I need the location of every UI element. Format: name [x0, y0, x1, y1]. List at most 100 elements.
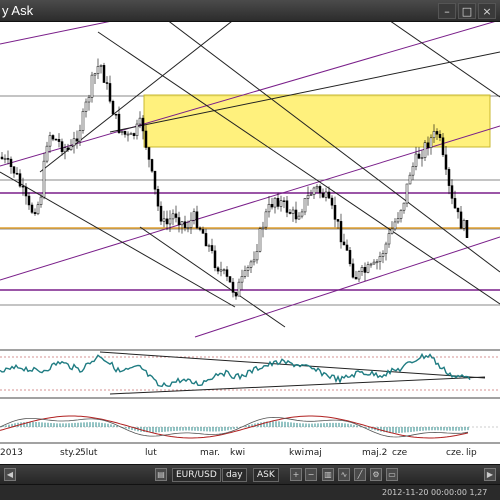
candle-body	[288, 212, 292, 214]
candle-body	[30, 204, 34, 213]
candle-body	[447, 169, 451, 186]
candle-body	[225, 269, 229, 277]
candle-body	[402, 202, 406, 211]
date-label: sty.2	[60, 448, 81, 458]
candle-body	[336, 219, 340, 222]
candle-body	[384, 243, 388, 254]
candle-body	[465, 220, 469, 238]
candle-body	[426, 142, 430, 148]
candle-body	[450, 185, 454, 199]
date-label: maj	[305, 448, 322, 458]
chart-type-icon[interactable]: ▤	[155, 468, 167, 481]
candle-body	[318, 186, 322, 194]
price-type-select[interactable]: ASK	[253, 468, 279, 482]
candle-body	[9, 158, 13, 168]
candle-body	[117, 113, 121, 133]
scroll-left-icon[interactable]: ◀	[4, 468, 16, 481]
candle-body	[102, 65, 106, 83]
candle-body	[90, 74, 94, 98]
candle-body	[156, 189, 160, 207]
candle-body	[366, 264, 370, 273]
candle-body	[6, 158, 10, 160]
drawing-icon[interactable]: ╱	[354, 468, 366, 481]
candle-body	[33, 212, 37, 215]
candle-body	[12, 166, 16, 174]
candle-body	[45, 145, 49, 162]
candle-body	[267, 203, 271, 213]
candle-body	[66, 147, 70, 150]
candle-body	[396, 218, 400, 223]
candle-body	[429, 137, 433, 148]
price-chart[interactable]: 2013 sty.2 5lut lut mar. kwi kwi. maj ma…	[0, 6, 500, 464]
candle-body	[15, 172, 19, 175]
candles-icon[interactable]: ▥	[322, 468, 334, 481]
candle-body	[363, 267, 367, 273]
candle-body	[357, 271, 361, 280]
close-button[interactable]: ×	[478, 3, 496, 19]
candle-body	[201, 229, 205, 234]
scroll-right-icon[interactable]: ▶	[484, 468, 496, 481]
candle-body	[423, 142, 427, 158]
candle-body	[456, 207, 460, 213]
candle-body	[387, 233, 391, 245]
candle-body	[21, 185, 25, 188]
indicator-icon[interactable]: ∿	[338, 468, 350, 481]
date-label: kwi	[230, 448, 245, 458]
candle-body	[57, 139, 61, 142]
candle-body	[63, 147, 67, 152]
candle-body	[60, 141, 64, 152]
date-label: maj.2	[362, 448, 387, 458]
symbol-select[interactable]: EUR/USD	[172, 468, 221, 482]
maximize-button[interactable]: □	[458, 3, 476, 19]
candle-body	[294, 209, 298, 220]
resistance-zone[interactable]	[143, 94, 491, 148]
candle-body	[252, 259, 256, 263]
date-label: lip	[466, 448, 477, 458]
timeframe-select[interactable]: day	[222, 468, 247, 482]
candle-body	[258, 228, 262, 252]
candle-body	[390, 228, 394, 234]
candle-body	[273, 197, 277, 208]
minimize-button[interactable]: –	[438, 3, 456, 19]
candle-body	[231, 281, 235, 293]
candle-body	[378, 256, 382, 263]
candle-body	[120, 130, 124, 133]
candle-body	[306, 195, 310, 199]
price-pane	[0, 6, 500, 347]
candle-body	[276, 197, 280, 207]
candle-body	[48, 135, 52, 147]
candle-body	[261, 226, 265, 229]
candle-body	[372, 261, 376, 265]
print-icon[interactable]: ▭	[386, 468, 398, 481]
candle-body	[81, 111, 85, 131]
macd-pane	[0, 397, 500, 439]
date-label: cze.	[446, 448, 464, 458]
candle-body	[237, 281, 241, 297]
chart-area[interactable]: 2013 sty.2 5lut lut mar. kwi kwi. maj ma…	[0, 6, 500, 464]
candle-body	[174, 213, 178, 218]
candle-body	[159, 205, 163, 222]
date-label: 5lut	[80, 448, 98, 458]
settings-icon[interactable]: ⚙	[370, 468, 382, 481]
candle-body	[24, 186, 28, 197]
candle-body	[180, 221, 184, 226]
zoom-in-icon[interactable]: +	[290, 468, 302, 481]
candle-body	[165, 218, 169, 225]
candle-body	[459, 211, 463, 229]
candle-body	[189, 219, 193, 228]
candle-body	[246, 267, 250, 271]
chart-toolbar: ◀ ▤ EUR/USD day ASK + − ▥ ∿ ╱ ⚙ ▭ ▶	[0, 464, 500, 484]
candle-body	[177, 217, 181, 226]
candle-body	[171, 213, 175, 220]
cursor-status: 2012-11-20 00:00:00 1,27	[382, 488, 488, 497]
candle-body	[141, 117, 145, 132]
candle-body	[330, 197, 334, 206]
candle-body	[123, 130, 127, 135]
candle-body	[96, 66, 100, 74]
zoom-out-icon[interactable]: −	[305, 468, 317, 481]
title-bar: y Ask – □ ×	[0, 0, 500, 22]
candle-body	[222, 269, 226, 271]
candle-body	[39, 196, 43, 205]
candle-body	[84, 101, 88, 112]
date-label: cze	[392, 448, 408, 458]
